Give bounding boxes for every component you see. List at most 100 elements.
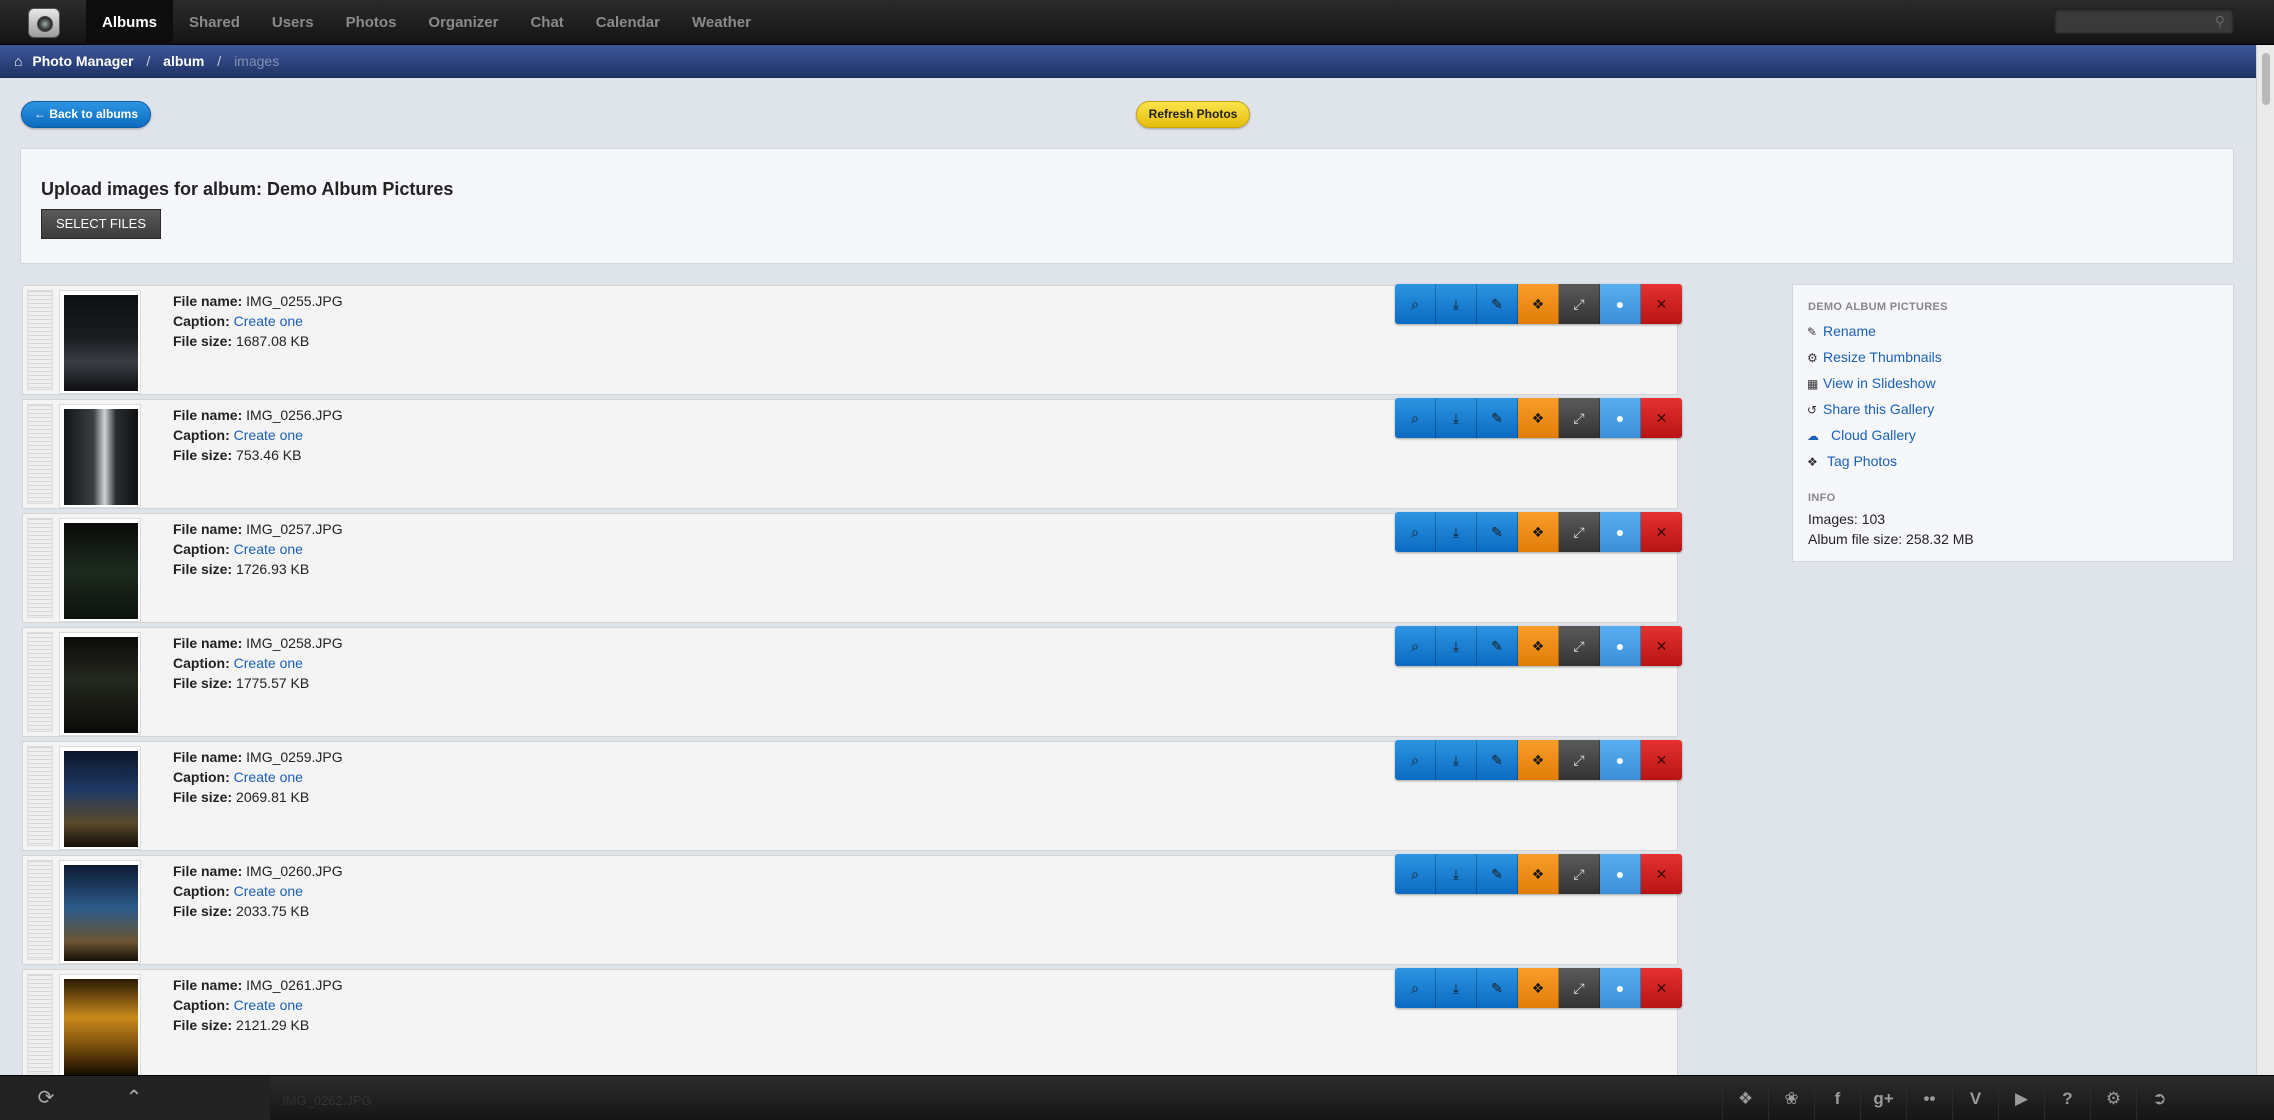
close-button[interactable]: ✕ (1641, 284, 1682, 324)
download-button[interactable]: ⤓ (1436, 968, 1477, 1008)
create-caption-link[interactable]: Create one (234, 313, 303, 329)
image-thumbnail[interactable] (59, 290, 141, 394)
expand-button[interactable]: ⤢ (1559, 284, 1600, 324)
tag-button[interactable]: ❖ (1518, 398, 1559, 438)
edit-button[interactable]: ✎ (1477, 740, 1518, 780)
zoom-button[interactable]: ⌕ (1395, 626, 1436, 666)
settings-icon[interactable]: ⚙ (2090, 1076, 2136, 1120)
tab-calendar[interactable]: Calendar (580, 0, 676, 45)
scrollbar-thumb[interactable] (2262, 53, 2270, 105)
tag-button[interactable]: ❖ (1518, 854, 1559, 894)
youtube-icon[interactable]: ▶ (1998, 1076, 2044, 1120)
app-logo-icon[interactable] (28, 8, 60, 38)
logout-icon[interactable]: ➲ (2136, 1076, 2182, 1120)
image-thumbnail[interactable] (59, 974, 141, 1078)
tab-photos[interactable]: Photos (330, 0, 413, 45)
flickr-icon[interactable]: •• (1906, 1076, 1952, 1120)
tag-button[interactable]: ❖ (1518, 740, 1559, 780)
tag-button[interactable]: ❖ (1518, 626, 1559, 666)
zoom-button[interactable]: ⌕ (1395, 968, 1436, 1008)
close-button[interactable]: ✕ (1641, 512, 1682, 552)
create-caption-link[interactable]: Create one (234, 541, 303, 557)
expand-button[interactable]: ⤢ (1559, 398, 1600, 438)
edit-button[interactable]: ✎ (1477, 854, 1518, 894)
zoom-button[interactable]: ⌕ (1395, 740, 1436, 780)
drag-handle[interactable] (27, 632, 53, 732)
back-to-albums-button[interactable]: ← Back to albums (21, 101, 151, 128)
rename-link[interactable]: ✎ Rename (1807, 323, 1876, 339)
zoom-button[interactable]: ⌕ (1395, 284, 1436, 324)
download-button[interactable]: ⤓ (1436, 512, 1477, 552)
download-button[interactable]: ⤓ (1436, 740, 1477, 780)
expand-button[interactable]: ⤢ (1559, 968, 1600, 1008)
circle-button[interactable]: ● (1600, 398, 1641, 438)
zoom-button[interactable]: ⌕ (1395, 398, 1436, 438)
edit-button[interactable]: ✎ (1477, 968, 1518, 1008)
edit-button[interactable]: ✎ (1477, 284, 1518, 324)
dropbox-icon[interactable]: ❖ (1722, 1076, 1768, 1120)
close-button[interactable]: ✕ (1641, 626, 1682, 666)
vertical-scrollbar[interactable] (2256, 45, 2274, 1075)
circle-button[interactable]: ● (1600, 512, 1641, 552)
circle-button[interactable]: ● (1600, 626, 1641, 666)
create-caption-link[interactable]: Create one (234, 769, 303, 785)
create-caption-link[interactable]: Create one (234, 997, 303, 1013)
close-button[interactable]: ✕ (1641, 968, 1682, 1008)
circle-button[interactable]: ● (1600, 284, 1641, 324)
google-plus-icon[interactable]: g+ (1860, 1076, 1906, 1120)
resize-thumbnails-link[interactable]: ⚙ Resize Thumbnails (1807, 349, 1942, 365)
search-input[interactable]: ⚲ (2054, 8, 2234, 34)
tab-organizer[interactable]: Organizer (412, 0, 514, 45)
refresh-photos-button[interactable]: Refresh Photos (1136, 101, 1250, 128)
download-button[interactable]: ⤓ (1436, 284, 1477, 324)
zoom-button[interactable]: ⌕ (1395, 854, 1436, 894)
facebook-icon[interactable]: f (1814, 1076, 1860, 1120)
view-slideshow-link[interactable]: ▦ View in Slideshow (1807, 375, 1936, 391)
create-caption-link[interactable]: Create one (234, 427, 303, 443)
image-thumbnail[interactable] (59, 404, 141, 508)
edit-button[interactable]: ✎ (1477, 398, 1518, 438)
tag-button[interactable]: ❖ (1518, 968, 1559, 1008)
download-button[interactable]: ⤓ (1436, 854, 1477, 894)
tag-button[interactable]: ❖ (1518, 512, 1559, 552)
select-files-button[interactable]: SELECT FILES (41, 209, 161, 239)
share-gallery-link[interactable]: ↺ Share this Gallery (1807, 401, 1934, 417)
breadcrumb-album[interactable]: album (163, 53, 204, 69)
expand-button[interactable]: ⤢ (1559, 512, 1600, 552)
tab-weather[interactable]: Weather (676, 0, 767, 45)
twitter-icon[interactable]: ❀ (1768, 1076, 1814, 1120)
image-thumbnail[interactable] (59, 746, 141, 850)
image-thumbnail[interactable] (59, 518, 141, 622)
help-icon[interactable]: ? (2044, 1076, 2090, 1120)
home-icon[interactable]: ⌂ (14, 53, 22, 69)
tab-albums[interactable]: Albums (86, 0, 174, 45)
refresh-icon[interactable]: ⟳ (24, 1076, 68, 1120)
drag-handle[interactable] (27, 290, 53, 390)
circle-button[interactable]: ● (1600, 968, 1641, 1008)
drag-handle[interactable] (27, 860, 53, 960)
vimeo-icon[interactable]: V (1952, 1076, 1998, 1120)
image-thumbnail[interactable] (59, 860, 141, 964)
download-button[interactable]: ⤓ (1436, 626, 1477, 666)
cloud-gallery-link[interactable]: ☁ Cloud Gallery (1807, 427, 1916, 443)
tab-users[interactable]: Users (256, 0, 330, 45)
tab-shared[interactable]: Shared (173, 0, 256, 45)
expand-button[interactable]: ⤢ (1559, 854, 1600, 894)
edit-button[interactable]: ✎ (1477, 512, 1518, 552)
tab-chat[interactable]: Chat (514, 0, 579, 45)
chevron-up-icon[interactable]: ⌃ (112, 1076, 156, 1120)
breadcrumb-home[interactable]: Photo Manager (32, 53, 133, 69)
close-button[interactable]: ✕ (1641, 740, 1682, 780)
drag-handle[interactable] (27, 974, 53, 1074)
create-caption-link[interactable]: Create one (234, 655, 303, 671)
create-caption-link[interactable]: Create one (234, 883, 303, 899)
drag-handle[interactable] (27, 404, 53, 504)
expand-button[interactable]: ⤢ (1559, 626, 1600, 666)
image-thumbnail[interactable] (59, 632, 141, 736)
tag-photos-link[interactable]: ❖ Tag Photos (1807, 453, 1897, 469)
search-icon[interactable]: ⚲ (2215, 13, 2225, 30)
drag-handle[interactable] (27, 746, 53, 846)
tag-button[interactable]: ❖ (1518, 284, 1559, 324)
download-button[interactable]: ⤓ (1436, 398, 1477, 438)
close-button[interactable]: ✕ (1641, 854, 1682, 894)
